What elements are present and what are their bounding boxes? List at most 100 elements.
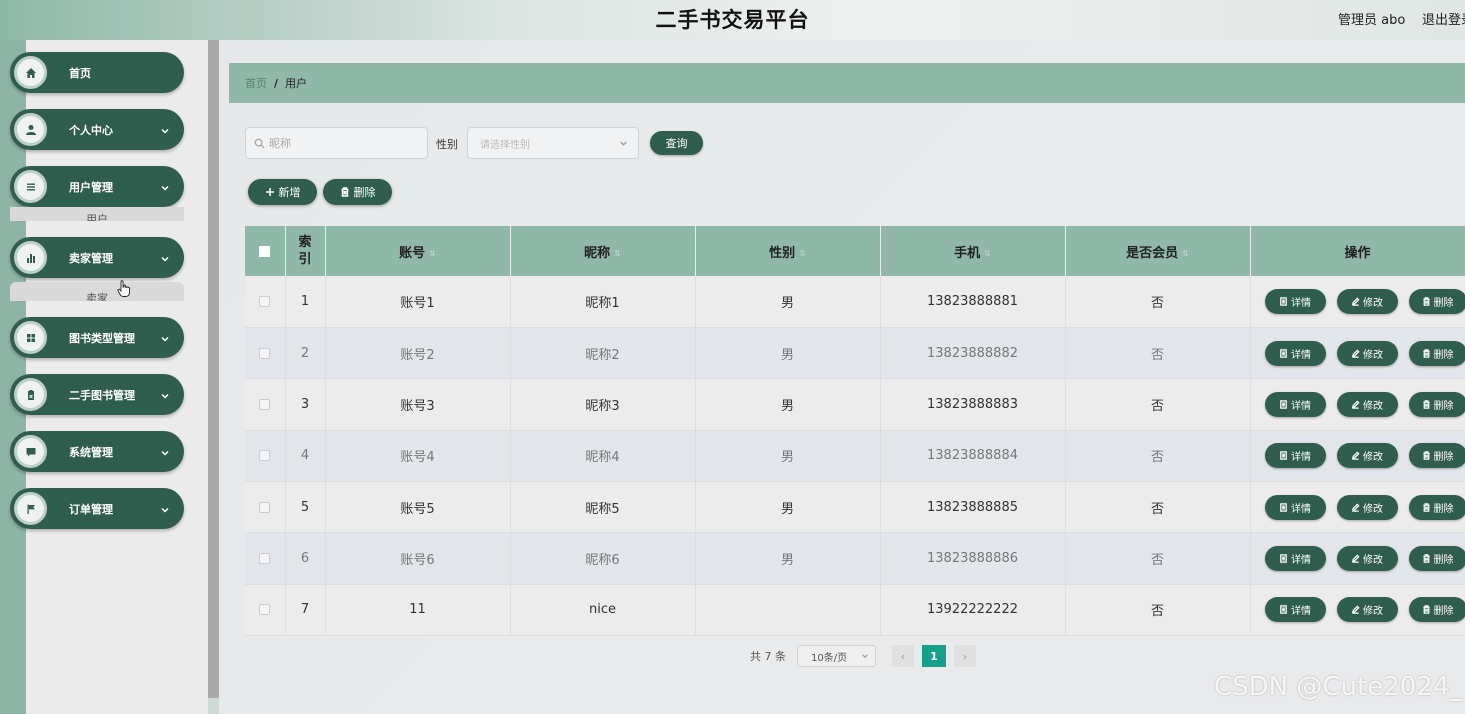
header-phone[interactable]: 手机 ⇅ (880, 226, 1066, 276)
sort-icon[interactable]: ⇅ (1182, 249, 1189, 258)
pencil-icon (1351, 451, 1360, 460)
sidebar-item-user-management[interactable]: 用户管理 (10, 166, 184, 207)
cell-phone: 13823888883 (880, 378, 1066, 431)
detail-button[interactable]: 详情 (1264, 340, 1326, 366)
sidebar-item-system-management[interactable]: 系统管理 (10, 431, 184, 472)
delete-button[interactable]: 删除 (1408, 443, 1464, 469)
sidebar-scrollbar[interactable] (208, 40, 219, 698)
trash-icon (1422, 348, 1430, 358)
sidebar-item-book-type-management[interactable]: 图书类型管理 (10, 317, 184, 358)
delete-button[interactable]: 删除 (1408, 391, 1464, 417)
sidebar-item-label: 系统管理 (69, 445, 113, 459)
sort-icon[interactable]: ⇅ (614, 249, 621, 258)
sort-icon[interactable]: ⇅ (984, 249, 991, 258)
sidebar-item-label: 订单管理 (69, 502, 113, 516)
detail-button[interactable]: 详情 (1264, 597, 1326, 623)
header-account[interactable]: 账号 ⇅ (325, 226, 511, 276)
cell-actions: 详情 修改 删除 (1250, 327, 1465, 380)
sidebar-item-personal-center[interactable]: 个人中心 (10, 109, 184, 150)
edit-button[interactable]: 修改 (1336, 443, 1398, 469)
edit-button[interactable]: 修改 (1336, 288, 1398, 314)
table-row[interactable]: 3 账号3 昵称3 男 13823888883 否 详情 修改 删除 (245, 378, 1465, 431)
table-row[interactable]: 5 账号5 昵称5 男 13823888885 否 详情 修改 删除 (245, 481, 1465, 534)
select-all-checkbox[interactable] (259, 245, 271, 257)
trash-icon (1422, 451, 1430, 460)
sidebar-item-home[interactable]: 首页 (10, 52, 184, 93)
cell-member: 否 (1065, 327, 1251, 380)
table-row[interactable]: 2 账号2 昵称2 男 13823888882 否 详情 修改 删除 (245, 327, 1465, 380)
page-1-button[interactable]: 1 (922, 645, 946, 667)
edit-button-label: 修改 (1363, 606, 1383, 618)
nickname-search-input[interactable]: 昵称 (245, 127, 428, 159)
cell-member: 否 (1065, 276, 1251, 328)
edit-button[interactable]: 修改 (1336, 545, 1398, 571)
home-icon (14, 56, 47, 89)
detail-button[interactable]: 详情 (1264, 545, 1326, 571)
next-page-button[interactable]: › (954, 645, 976, 667)
row-select-cell[interactable] (245, 584, 286, 637)
table-row[interactable]: 6 账号6 昵称6 男 13823888886 否 详情 修改 删除 (245, 532, 1465, 585)
detail-button[interactable]: 详情 (1264, 494, 1326, 520)
delete-button[interactable]: 删除 (1408, 340, 1464, 366)
query-button[interactable]: 查询 (650, 131, 703, 155)
delete-button[interactable]: 删除 (1408, 494, 1464, 520)
row-checkbox[interactable] (259, 347, 271, 359)
delete-button[interactable]: 删除 (1408, 597, 1464, 623)
edit-button[interactable]: 修改 (1336, 597, 1398, 623)
logout-link[interactable]: 退出登录 (1422, 9, 1465, 28)
detail-button[interactable]: 详情 (1264, 391, 1326, 417)
table-row[interactable]: 1 账号1 昵称1 男 13823888881 否 详情 修改 删除 (245, 276, 1465, 328)
add-button[interactable]: 新增 (248, 179, 317, 205)
breadcrumb-separator: / (274, 76, 279, 90)
document-icon (1280, 554, 1287, 563)
table-row[interactable]: 7 11 nice 13922222222 否 详情 修改 删除 (245, 584, 1465, 637)
row-checkbox[interactable] (259, 398, 271, 410)
row-checkbox[interactable] (259, 501, 271, 513)
header-gender[interactable]: 性别 ⇅ (695, 226, 881, 276)
submenu-item-user[interactable]: 用户 (10, 207, 184, 221)
document-icon (1280, 605, 1287, 615)
sidebar-item-label: 二手图书管理 (69, 388, 135, 402)
cell-gender: 男 (695, 532, 881, 585)
prev-page-button[interactable]: ‹ (892, 645, 914, 667)
submenu-item-seller[interactable]: 卖家 (10, 282, 184, 301)
sidebar-item-order-management[interactable]: 订单管理 (10, 488, 184, 529)
row-select-cell[interactable] (245, 378, 286, 431)
row-checkbox[interactable] (259, 604, 271, 616)
breadcrumb-home[interactable]: 首页 (245, 75, 267, 91)
delete-button-label: 删除 (1433, 400, 1454, 412)
chat-icon (14, 435, 47, 468)
row-select-cell[interactable] (245, 327, 286, 380)
header-member[interactable]: 是否会员 ⇅ (1065, 226, 1251, 276)
row-select-cell[interactable] (245, 430, 286, 482)
detail-button-label: 详情 (1291, 554, 1311, 566)
delete-button[interactable]: 删除 (1408, 288, 1464, 314)
edit-button[interactable]: 修改 (1336, 391, 1398, 417)
sort-icon[interactable]: ⇅ (429, 249, 436, 258)
cell-actions: 详情 修改 删除 (1250, 276, 1465, 328)
row-select-cell[interactable] (245, 532, 286, 585)
sort-icon[interactable]: ⇅ (799, 249, 806, 258)
row-select-cell[interactable] (245, 276, 286, 328)
cell-actions: 详情 修改 删除 (1250, 430, 1465, 482)
page-size-select[interactable]: 10条/页 (797, 645, 876, 667)
row-checkbox[interactable] (259, 552, 271, 564)
edit-button[interactable]: 修改 (1336, 494, 1398, 520)
header-nickname[interactable]: 昵称 ⇅ (510, 226, 696, 276)
detail-button[interactable]: 详情 (1264, 288, 1326, 314)
row-checkbox[interactable] (259, 295, 271, 307)
sidebar-item-seller-management[interactable]: 卖家管理 (10, 237, 184, 278)
delete-button[interactable]: 删除 (1408, 545, 1464, 571)
edit-button[interactable]: 修改 (1336, 340, 1398, 366)
row-checkbox[interactable] (259, 450, 271, 462)
row-select-cell[interactable] (245, 481, 286, 534)
sidebar-item-used-book-management[interactable]: 二手图书管理 (10, 374, 184, 415)
detail-button[interactable]: 详情 (1264, 443, 1326, 469)
table-row[interactable]: 4 账号4 昵称4 男 13823888884 否 详情 修改 删除 (245, 430, 1465, 482)
cell-gender (695, 584, 881, 637)
cell-nickname: nice (510, 584, 696, 637)
select-all-header[interactable] (245, 226, 286, 276)
edit-button-label: 修改 (1363, 400, 1383, 412)
bulk-delete-button[interactable]: 删除 (323, 179, 392, 205)
gender-select[interactable]: 请选择性别 (467, 127, 639, 159)
